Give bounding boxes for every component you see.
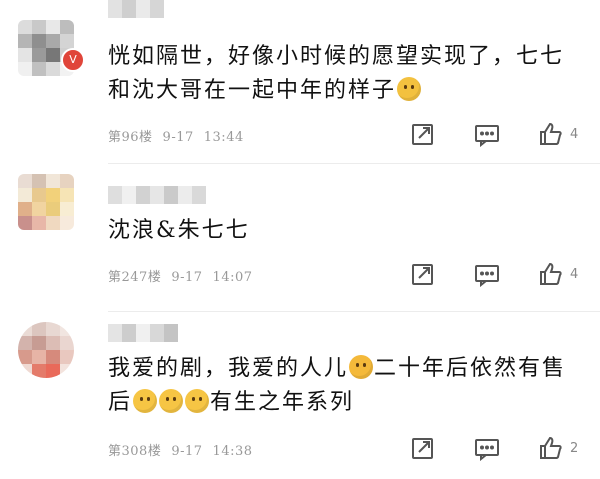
comment-item-3: 我爱的剧，我爱的人儿 二十年后依然有售后 有生之年系列 第308楼 9-17 14:38… (0, 312, 600, 479)
comment-meta: 第308楼 9-17 14:38 (108, 440, 263, 459)
share-icon[interactable] (410, 261, 436, 287)
like-count: 4 (570, 266, 579, 282)
floor-number: 第308楼 (108, 444, 162, 459)
thumbs-up-icon[interactable] (538, 121, 564, 147)
floor-number: 第247楼 (108, 270, 162, 285)
thumbs-up-icon[interactable] (538, 261, 564, 287)
thinking-face-emoji (185, 389, 210, 413)
avatar[interactable] (18, 174, 74, 230)
username-mosaic[interactable] (108, 0, 164, 18)
like-count: 4 (570, 126, 579, 142)
comment-icon[interactable] (474, 435, 500, 461)
comment-time: 14:38 (212, 444, 253, 459)
comment-text: 恍如隔世，好像小时候的愿望实现了，七七和沈大哥在一起中年的样子 (108, 44, 565, 103)
crying-face-emoji (397, 77, 422, 101)
comment-date: 9-17 (171, 444, 203, 459)
comment-item-1: V 恍如隔世，好像小时候的愿望实现了，七七和沈大哥在一起中年的样子 第96楼 9-… (0, 0, 600, 163)
comment-meta: 第96楼 9-17 13:44 (108, 126, 254, 145)
like-count: 2 (570, 440, 579, 456)
comment-time: 13:44 (203, 130, 244, 145)
comment-icon[interactable] (474, 261, 500, 287)
comment-date: 9-17 (162, 130, 194, 145)
comment-meta: 第247楼 9-17 14:07 (108, 266, 263, 285)
comment-item-2: 沈浪&朱七七 第247楼 9-17 14:07 4 (0, 164, 600, 311)
thinking-face-emoji (133, 389, 158, 413)
floor-number: 第96楼 (108, 130, 153, 145)
avatar[interactable] (18, 322, 74, 378)
thumbs-up-icon[interactable] (538, 435, 564, 461)
comment-actions: 4 (410, 121, 578, 147)
like-button[interactable]: 4 (538, 121, 578, 147)
verified-badge: V (61, 48, 85, 72)
share-icon[interactable] (410, 121, 436, 147)
comment-date: 9-17 (171, 270, 203, 285)
username-mosaic[interactable] (108, 186, 206, 204)
comment-icon[interactable] (474, 121, 500, 147)
comment-text: 我爱的剧，我爱的人儿 二十年后依然有售后 有生之年系列 (108, 355, 567, 415)
comment-time: 14:07 (212, 270, 253, 285)
like-button[interactable]: 4 (538, 261, 578, 287)
username-mosaic[interactable] (108, 324, 178, 342)
comment-actions: 2 (410, 435, 578, 461)
yum-face-emoji (349, 355, 374, 379)
comment-text: 沈浪&朱七七 (108, 218, 250, 243)
share-icon[interactable] (410, 435, 436, 461)
comment-actions: 4 (410, 261, 578, 287)
like-button[interactable]: 2 (538, 435, 578, 461)
thinking-face-emoji (159, 389, 184, 413)
